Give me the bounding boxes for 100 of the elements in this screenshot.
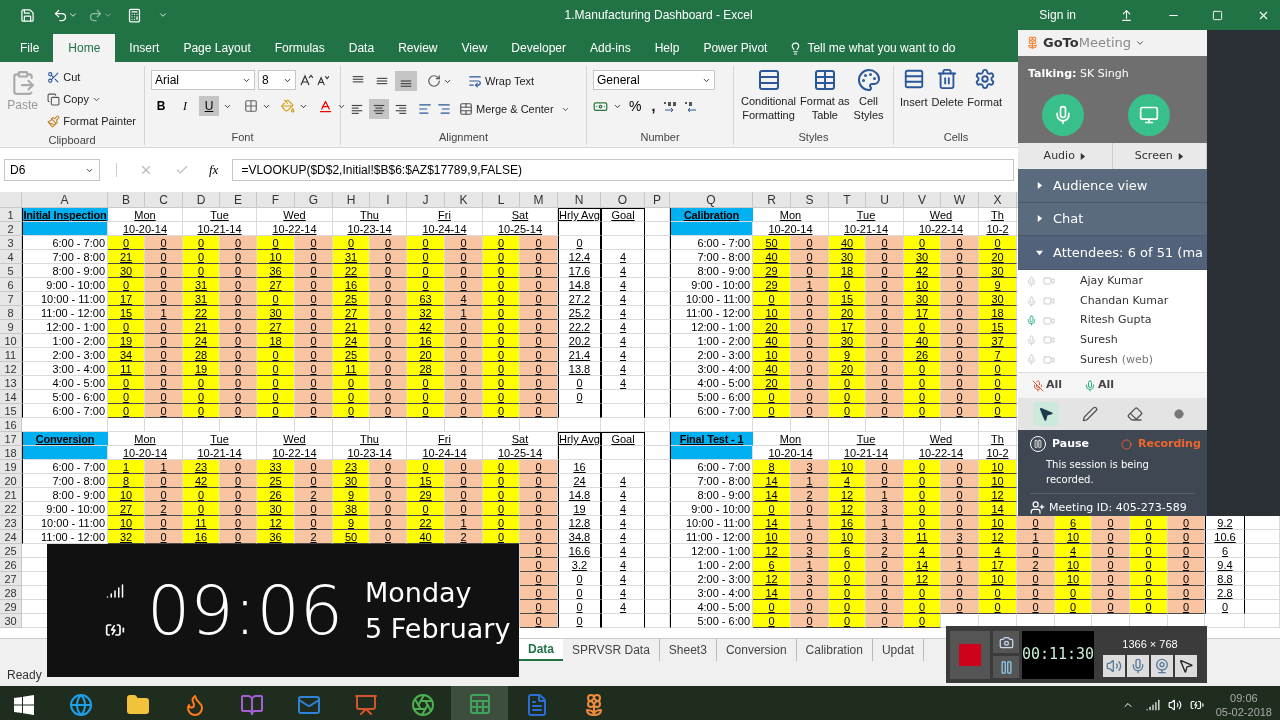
ribbon-tab[interactable]: Formulas: [262, 34, 337, 62]
data-cell: 4: [601, 362, 645, 376]
orientation-icon[interactable]: [427, 74, 441, 88]
customize-icon[interactable]: [158, 10, 168, 20]
ribbon-tab[interactable]: Review: [386, 34, 450, 62]
merge-center-button[interactable]: Merge & Center: [457, 98, 572, 120]
cells-button[interactable]: Insert: [900, 68, 928, 129]
align-button[interactable]: [369, 99, 389, 119]
fill-color-icon[interactable]: [281, 99, 295, 113]
all-button[interactable]: All: [1032, 377, 1063, 394]
copy-button[interactable]: Copy: [45, 88, 138, 110]
data-cell: 0: [941, 362, 979, 376]
pause-button[interactable]: Pause: [1030, 436, 1090, 453]
row-number: 12: [0, 362, 22, 376]
increase-indent-icon[interactable]: [437, 102, 451, 116]
all-button[interactable]: All: [1084, 377, 1115, 394]
formula-field[interactable]: =VLOOKUP($D$2,Initial!$B$6:$AZ$17789,9,FALSE): [232, 159, 1014, 181]
styles-button[interactable]: Conditional Formatting: [740, 68, 798, 129]
sheet-tab[interactable]: Data: [519, 639, 563, 661]
currency-icon[interactable]: [593, 99, 608, 114]
cells-button[interactable]: Format: [967, 68, 1003, 129]
tell-me-field[interactable]: Tell me what you want to do: [807, 39, 956, 57]
ribbon-display-icon[interactable]: [1120, 8, 1133, 22]
data-cell: 0: [220, 488, 257, 502]
data-cell: 0: [904, 488, 941, 502]
number-format-field[interactable]: General: [593, 70, 715, 90]
pause-button[interactable]: [993, 656, 1019, 678]
sheet-tab[interactable]: SPRVSR Data: [563, 639, 660, 661]
data-cell: 0: [941, 488, 979, 502]
comma-button[interactable]: ,: [648, 96, 659, 117]
tray-clock[interactable]: 09:06 05-02-2018: [1215, 690, 1280, 719]
ribbon-tab[interactable]: Data: [336, 34, 387, 62]
sign-in-link[interactable]: Sign in: [1039, 6, 1076, 24]
data-cell: 0: [108, 236, 145, 250]
snapshot-button[interactable]: [993, 631, 1019, 653]
data-cell: 0: [520, 362, 558, 376]
ribbon-tab[interactable]: Home: [53, 34, 116, 62]
cursor-icon[interactable]: [1175, 654, 1197, 677]
ribbon-tab[interactable]: Power Pivot: [691, 34, 780, 62]
microphone-icon[interactable]: [1127, 654, 1149, 677]
ribbon-tab[interactable]: View: [449, 34, 500, 62]
percent-button[interactable]: %: [627, 96, 644, 117]
add-person-icon[interactable]: [1030, 500, 1045, 516]
font-size-field[interactable]: 8: [258, 70, 296, 90]
cells-button[interactable]: Delete: [931, 68, 964, 129]
start-icon[interactable]: [14, 694, 34, 715]
volume-icon[interactable]: [1167, 697, 1182, 712]
wrap-text-button[interactable]: Wrap Text: [466, 70, 537, 92]
font-style-button[interactable]: B: [151, 96, 171, 116]
data-cell: 17: [829, 320, 866, 334]
grow-font-icon[interactable]: [299, 73, 313, 87]
insert-function-button[interactable]: fx: [209, 160, 219, 180]
caret-icon[interactable]: [68, 10, 78, 20]
font-style-button[interactable]: U: [199, 96, 219, 116]
webcam-icon[interactable]: [1151, 654, 1173, 677]
font-name-field[interactable]: Arial: [151, 70, 255, 90]
styles-button[interactable]: Cell Styles: [852, 68, 885, 129]
sheet-tab[interactable]: Conversion: [716, 639, 797, 661]
save-icon[interactable]: [20, 7, 35, 23]
font-style-button[interactable]: I: [175, 96, 195, 116]
cut-button[interactable]: Cut: [45, 66, 138, 88]
data-cell: 0: [220, 474, 257, 488]
maximize-icon[interactable]: [1212, 9, 1223, 21]
calculator-icon[interactable]: [127, 7, 142, 23]
data-cell: 10: [753, 530, 791, 544]
font-color-icon[interactable]: [318, 98, 333, 114]
microphone-button[interactable]: [1042, 94, 1084, 137]
sheet-tab[interactable]: Calibration: [796, 639, 873, 661]
sheet-tab[interactable]: Updat: [872, 639, 924, 661]
ribbon-tab[interactable]: Insert: [117, 34, 172, 62]
shrink-font-icon[interactable]: [316, 73, 329, 87]
decrease-indent-icon[interactable]: [418, 102, 432, 116]
format-painter-button[interactable]: Format Painter: [45, 110, 138, 132]
drawing-tool[interactable]: [1033, 402, 1060, 427]
section-header[interactable]: Attendees: 6 of 51 (ma: [1018, 236, 1207, 270]
speaker-icon[interactable]: [1103, 654, 1125, 677]
name-box[interactable]: D6: [4, 159, 100, 181]
screen-share-button[interactable]: [1128, 94, 1170, 137]
ribbon-tab[interactable]: Help: [642, 34, 692, 62]
attendee-note: (web): [1121, 351, 1154, 368]
ribbon-tab[interactable]: Developer: [499, 34, 578, 62]
align-button[interactable]: [395, 71, 417, 91]
ribbon-tab[interactable]: Add-ins: [578, 34, 643, 62]
data-cell: 0: [941, 460, 979, 474]
data-cell: 1: [866, 516, 904, 530]
signal-icon[interactable]: [1145, 697, 1160, 712]
column-label: Hrly Avg: [558, 208, 601, 222]
data-cell: 9: [333, 488, 370, 502]
data-cell: 2: [866, 544, 904, 558]
row-number: 20: [0, 474, 22, 488]
data-cell: 0: [941, 264, 979, 278]
data-cell: 0: [220, 502, 257, 516]
borders-icon[interactable]: [244, 99, 258, 113]
data-cell: 4: [601, 348, 645, 362]
empty-cell: [601, 222, 645, 236]
ribbon-tab[interactable]: File: [8, 34, 52, 62]
undo-icon[interactable]: [53, 7, 68, 23]
styles-button[interactable]: Format as Table: [799, 68, 851, 129]
sheet-tab[interactable]: Sheet3: [659, 639, 717, 661]
ribbon-tab[interactable]: Page Layout: [171, 34, 263, 62]
